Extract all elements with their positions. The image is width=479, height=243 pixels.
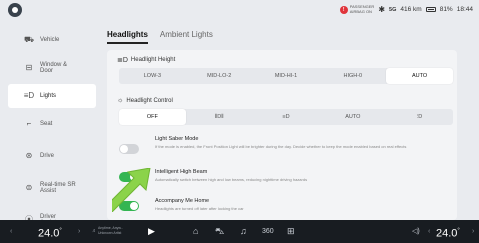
lights-icon: ≡D [23, 90, 35, 100]
headlight-height-title: ≣D Headlight Height [117, 57, 176, 64]
window-icon: ⊟ [25, 62, 33, 72]
clock: 18:44 [456, 6, 473, 13]
navigation-icon[interactable]: ⌂ [193, 220, 198, 243]
sidebar-item-vehicle[interactable]: ⛟ Vehicle [0, 28, 97, 52]
music-app-icon[interactable]: ♬ [92, 220, 97, 243]
fog-light-icon: ⫶D [416, 114, 423, 120]
signal-icon: 5G [389, 6, 397, 13]
sidebar-item-label: Window & Door [40, 61, 68, 75]
height-option-high-0[interactable]: HIGH-0 [319, 68, 386, 84]
sidebar-item-drive[interactable]: ⊛ Drive [0, 140, 97, 172]
headlights-panel: ≣D Headlight Height LOW-3 MID-LO-2 MID-H… [107, 50, 457, 220]
accompany-me-home-row: Accompany Me Home Headlights are turned … [117, 198, 452, 218]
tab-headlights[interactable]: Headlights [107, 30, 148, 44]
position-lights-icon: ⦀D⦀ [214, 114, 224, 120]
light-saber-title: Light Saber Mode [155, 136, 199, 142]
light-saber-toggle[interactable] [119, 144, 139, 154]
height-option-auto[interactable]: AUTO [386, 68, 453, 84]
sidebar-item-lights[interactable]: ≡D Lights [8, 84, 96, 108]
music-icon[interactable]: ♫ [240, 220, 247, 243]
light-saber-desc: If the mode is enabled, the Front Positi… [155, 144, 407, 149]
intelligent-high-beam-row: Intelligent High Beam Automatically swit… [117, 169, 452, 191]
status-bar: ! PASSENGER AIRBAG ON ✱ 5G 416 km 81% 18:… [0, 0, 479, 22]
light-saber-mode-row: Light Saber Mode If the mode is enabled,… [117, 136, 452, 162]
sidebar-item-label: Seat [40, 120, 53, 127]
seat-icon: ⌐ [26, 118, 32, 128]
volume-icon[interactable]: ◁) [412, 220, 420, 243]
apps-grid-icon[interactable]: ⊞ [287, 220, 295, 243]
intelligent-high-beam-desc: Automatically switch between high and lo… [155, 177, 308, 182]
bottom-dock: ‹ 24.0° › ♬ Anytime, Anyw.. Unknown Arti… [0, 220, 479, 243]
car-icon: ⛟ [23, 34, 35, 44]
control-option-position[interactable]: ⦀D⦀ [186, 109, 253, 125]
sidebar-item-label: Drive [40, 152, 55, 159]
headlight-control-selector: OFF ⦀D⦀ ≡D AUTO ⫶D [119, 109, 453, 125]
steering-icon: ⊛ [25, 150, 33, 160]
passenger-temperature[interactable]: 24.0° [436, 220, 460, 243]
headlight-height-selector: LOW-3 MID-LO-2 MID-HI-1 HIGH-0 AUTO [119, 68, 453, 84]
car-settings-icon[interactable]: ⛍ [215, 220, 224, 243]
battery-percent: 81% [439, 6, 453, 13]
pointer-arrow-icon [112, 168, 151, 212]
control-option-low-beam[interactable]: ≡D [253, 109, 320, 125]
right-temp-down-icon[interactable]: ‹ [428, 220, 430, 243]
range-text: 416 km [400, 6, 422, 13]
passenger-airbag-indicator: ! PASSENGER AIRBAG ON [339, 4, 374, 14]
battery-icon [425, 7, 436, 12]
control-option-auto[interactable]: AUTO [319, 109, 386, 125]
accompany-me-home-title: Accompany Me Home [155, 198, 210, 204]
left-temp-down-icon[interactable]: ‹ [10, 220, 12, 243]
intelligent-high-beam-title: Intelligent High Beam [155, 169, 208, 175]
sr-icon: ⊜ [25, 182, 33, 192]
song-title: Anytime, Anyw.. [98, 226, 123, 230]
driver-temperature[interactable]: 24.0° [38, 220, 62, 243]
sidebar-item-label: Vehicle [40, 36, 60, 43]
sidebar-item-label: Real-time SR Assist [40, 181, 76, 195]
control-option-off[interactable]: OFF [119, 109, 186, 125]
low-beam-icon: ≡D [282, 114, 290, 120]
accompany-me-home-desc: Headlights are turned off later after lo… [155, 206, 244, 211]
tab-bar: Headlights Ambient Lights [107, 30, 213, 44]
song-artist: Unknown Artist [98, 230, 122, 235]
sidebar-item-label: Lights [40, 92, 57, 99]
height-option-mid-hi-1[interactable]: MID-HI-1 [253, 68, 320, 84]
settings-sidebar: ⛟ Vehicle ⊟ Window & Door ≡D Lights ⌐ Se… [0, 28, 97, 236]
sidebar-item-window-door[interactable]: ⊟ Window & Door [0, 52, 97, 84]
fan-360-icon[interactable]: 360 [262, 220, 274, 243]
height-option-low-3[interactable]: LOW-3 [119, 68, 186, 84]
home-logo-icon[interactable] [8, 3, 22, 17]
headlight-height-icon: ≣D [117, 57, 128, 64]
sidebar-item-seat[interactable]: ⌐ Seat [0, 108, 97, 140]
status-right: ! PASSENGER AIRBAG ON ✱ 5G 416 km 81% 18:… [339, 4, 473, 14]
left-temp-up-icon[interactable]: › [78, 220, 80, 243]
airbag-icon: ! [339, 5, 348, 14]
sun-icon: ☼ [117, 97, 124, 104]
airbag-line2: AIRBAG ON [349, 8, 372, 14]
height-option-mid-lo-2[interactable]: MID-LO-2 [186, 68, 253, 84]
play-icon[interactable]: ▶ [148, 220, 155, 243]
headlight-control-title: ☼ Headlight Control [117, 97, 173, 104]
bluetooth-icon: ✱ [378, 5, 386, 14]
control-option-fog[interactable]: ⫶D [386, 109, 453, 125]
tab-ambient-lights[interactable]: Ambient Lights [160, 30, 213, 44]
right-temp-up-icon[interactable]: › [472, 220, 474, 243]
now-playing[interactable]: Anytime, Anyw.. Unknown Artist [98, 226, 123, 235]
sidebar-item-sr-assist[interactable]: ⊜ Real-time SR Assist [0, 172, 97, 204]
